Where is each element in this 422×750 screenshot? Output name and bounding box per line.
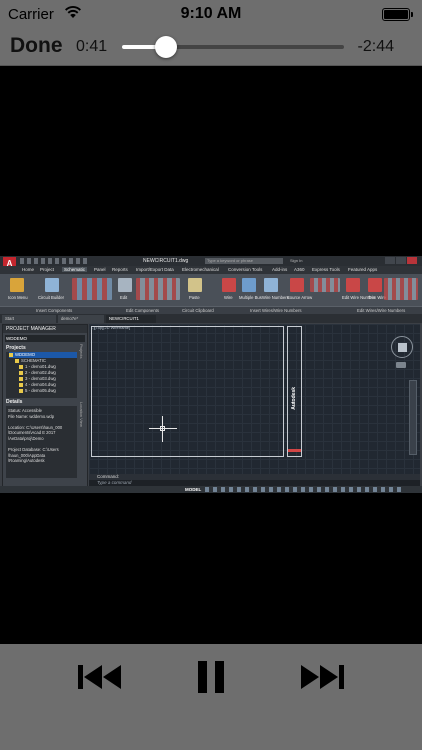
- side-tab: Location View: [79, 402, 84, 427]
- wire-numbers-icon: [264, 278, 278, 292]
- edit-components-icons: [136, 278, 180, 300]
- ribbon-button-label: Circuit Builder: [38, 295, 65, 300]
- maximize-icon: [396, 257, 406, 264]
- doc-tab: demo7e*: [58, 315, 104, 323]
- ribbon-tab-active: Schematic: [62, 267, 88, 272]
- remaining-time: -2:44: [357, 38, 394, 55]
- tree-item: 5 - demo05.dwg: [9, 388, 77, 394]
- ribbon-tab: Express Tools: [312, 267, 340, 272]
- status-toggle-icons: [205, 487, 405, 492]
- previous-track-button[interactable]: [78, 664, 122, 690]
- wcs-icon: [396, 362, 406, 368]
- keyword-search-input: Type a keyword or phrase: [205, 258, 283, 264]
- document-tabs: Start demo7e* NEWCIRCUIT1: [0, 314, 422, 323]
- close-icon: [407, 257, 417, 264]
- panel-label: Insert Components: [36, 308, 73, 313]
- ribbon-button-label: Icon Menu: [8, 295, 28, 300]
- edit-wire-number-icon: [346, 278, 360, 292]
- panel-label: Edit Wires/Wire Numbers: [357, 308, 406, 313]
- quick-access-toolbar: [20, 258, 90, 264]
- source-arrow-icon: [290, 278, 304, 292]
- project-selector: WDDEMO: [5, 335, 85, 342]
- ribbon-tab: Panel: [94, 267, 106, 272]
- doc-tab-active: NEWCIRCUIT1: [106, 315, 156, 323]
- viewcube-icon: [391, 336, 413, 358]
- multiple-bus-icon: [242, 278, 256, 292]
- ribbon-tabs: Home Project Schematic Panel Reports Imp…: [0, 266, 422, 274]
- ribbon-tab: Home: [22, 267, 35, 272]
- model-label: MODEL: [185, 487, 202, 492]
- ribbon-button-label: Wire Numbers: [262, 295, 289, 300]
- scrubber-slider[interactable]: [122, 36, 344, 58]
- panel-label: Edit Components: [126, 308, 159, 313]
- ribbon-button-label: Wire: [224, 295, 233, 300]
- palette-side-tabs: Projects Location View: [78, 342, 87, 482]
- document-title: NEWCIRCUIT1.dwg: [143, 258, 189, 264]
- status-bar: Carrier 9:10 AM: [0, 0, 422, 28]
- ribbon-button-label: Paste: [189, 295, 200, 300]
- panel-label: Insert Wires/Wire Numbers: [250, 308, 302, 313]
- elapsed-time: 0:41: [76, 38, 108, 55]
- done-button[interactable]: Done: [10, 34, 63, 58]
- ribbon-button-label: Multiple Bus: [239, 295, 262, 300]
- pause-button[interactable]: [196, 661, 226, 693]
- panel-label: Circuit Clipboard: [182, 308, 214, 313]
- minimize-icon: [385, 257, 395, 264]
- ribbon-tab: Conversion Tools: [228, 267, 263, 272]
- doc-tab: Start: [2, 315, 56, 323]
- edit-wires-icons: [384, 278, 418, 300]
- clock: 9:10 AM: [180, 5, 242, 22]
- window-controls: [384, 257, 420, 264]
- paste-icon: [188, 278, 202, 292]
- wire-tools-icons: [310, 278, 340, 292]
- video-frame[interactable]: A NEWCIRCUIT1.dwg Type a keyword or phra…: [0, 256, 422, 493]
- details-label: Details: [6, 399, 23, 405]
- transport-controls: [0, 644, 422, 750]
- drawing-sheet-border: [91, 326, 284, 457]
- wire-icon: [222, 278, 236, 292]
- app-status-bar: MODEL: [0, 486, 422, 493]
- ribbon-tab: Featured Apps: [348, 267, 378, 272]
- drawing-canvas: [-][Top][2D Wireframe] Autodesk: [89, 324, 420, 474]
- project-manager-palette: PROJECT MANAGER WDDEMO Projects WDDEMO S…: [2, 324, 88, 491]
- details-panel: Status: Accessible File Name: wddemo.wdp…: [6, 406, 77, 478]
- ribbon-tab: Import/Export Data: [136, 267, 174, 272]
- ribbon-tab: Reports: [112, 267, 128, 272]
- cursor-pickbox: [160, 426, 165, 431]
- app-title-bar: A NEWCIRCUIT1.dwg Type a keyword or phra…: [0, 256, 422, 271]
- circuit-builder-icon: [45, 278, 59, 292]
- project-manager-title: PROJECT MANAGER: [3, 325, 87, 333]
- title-block-mark: [288, 449, 301, 452]
- edit-icon: [118, 278, 132, 292]
- ribbon-button-label: Edit: [120, 295, 128, 300]
- ribbon-tab: Electromechanical: [182, 267, 219, 272]
- trim-wire-icon: [368, 278, 382, 292]
- battery-icon: [382, 8, 413, 21]
- insert-components-icons: [72, 278, 112, 300]
- video-player-screen: Carrier 9:10 AM Done 0:41 -2:44 A NEWCIR…: [0, 0, 422, 750]
- title-block-text: Autodesk: [291, 387, 297, 410]
- details-line: \Roaming\Autodesk: [8, 458, 45, 464]
- projects-label: Projects: [6, 345, 26, 351]
- next-track-button[interactable]: [300, 664, 344, 690]
- navigation-bar: [409, 380, 417, 455]
- icon-menu-icon: [10, 278, 24, 292]
- title-block: Autodesk: [287, 326, 302, 457]
- ribbon-tab: A360: [294, 267, 305, 272]
- ribbon-button-label: Source Arrow: [287, 295, 313, 300]
- ribbon-tab: Add-ins: [272, 267, 288, 272]
- ribbon-tab: Project: [40, 267, 55, 272]
- side-tab: Projects: [79, 344, 84, 359]
- sign-in-link: Sign In: [290, 258, 303, 263]
- player-top-bar: Done 0:41 -2:44: [0, 28, 422, 66]
- scrubber-thumb[interactable]: [155, 36, 178, 58]
- ribbon-panel-labels: Insert Components Edit Components Circui…: [0, 306, 422, 314]
- project-tree: WDDEMO SCHEMATIC 1 - demo01.dwg 2 - demo…: [6, 352, 77, 398]
